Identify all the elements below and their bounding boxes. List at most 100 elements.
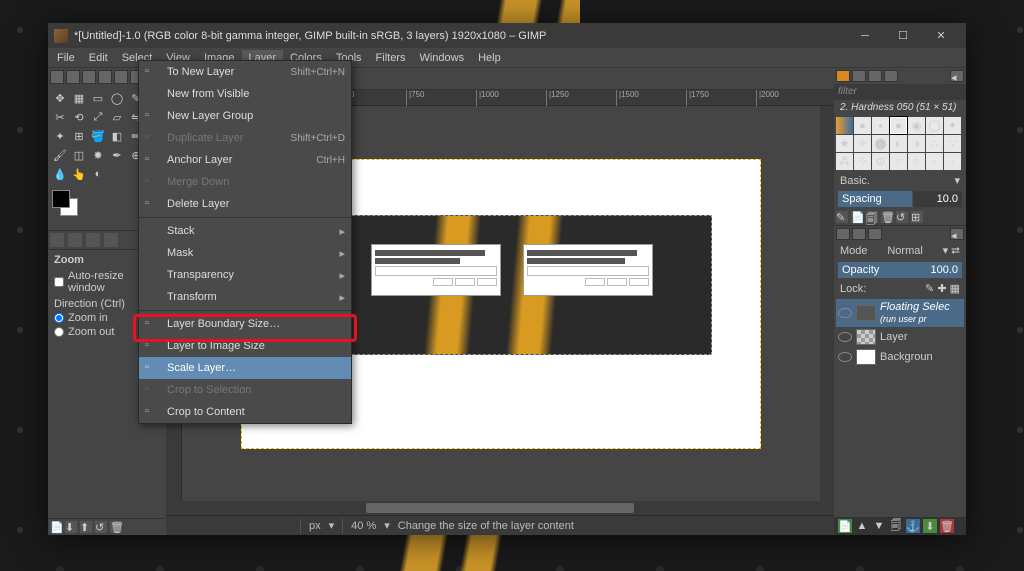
brush-item[interactable]: ★ xyxy=(836,135,853,152)
brush-item[interactable]: ⬤ xyxy=(872,135,889,152)
layer-down-icon[interactable]: ▼ xyxy=(872,519,886,533)
menu-file[interactable]: File xyxy=(50,50,82,66)
brush-item[interactable]: ◐ xyxy=(890,135,907,152)
maximize-button[interactable]: ☐ xyxy=(884,23,922,48)
anchor-icon[interactable]: ⚓ xyxy=(906,519,920,533)
menu-windows[interactable]: Windows xyxy=(412,50,471,66)
tool-gradient[interactable]: ◧ xyxy=(108,127,126,145)
tool-air[interactable]: ✸ xyxy=(89,146,107,164)
opacity-slider[interactable]: Opacity100.0 xyxy=(838,262,962,278)
brush-item[interactable]: ◑ xyxy=(908,135,925,152)
autoresize-checkbox[interactable] xyxy=(54,277,64,287)
tool-paint[interactable]: 🖌 xyxy=(51,146,69,164)
fg-color[interactable] xyxy=(52,190,70,208)
layer-row[interactable]: Layer xyxy=(836,327,964,347)
visibility-icon[interactable] xyxy=(838,352,852,362)
menu-item-mask[interactable]: Mask▸ xyxy=(139,242,351,264)
layer-actions-bar: 📄 ▲ ▼ 🗐 ⚓ ⬇ 🗑 xyxy=(834,517,966,535)
scrollbar-vertical[interactable] xyxy=(820,106,834,501)
brush-item[interactable]: ● xyxy=(890,117,907,134)
merge-icon[interactable]: ⬇ xyxy=(923,519,937,533)
tool-crop[interactable]: ✂ xyxy=(51,108,69,126)
scrollbar-horizontal[interactable] xyxy=(166,501,834,515)
menu-item-icon: ▫ xyxy=(145,197,161,211)
zoom-out-radio[interactable] xyxy=(54,327,64,337)
brush-item[interactable]: ⁘ xyxy=(854,153,871,170)
brush-item[interactable]: ● xyxy=(872,117,889,134)
brush-filter[interactable]: filter xyxy=(834,84,966,100)
brush-dock-tabs[interactable]: ◂ xyxy=(834,68,966,84)
tool-rotate[interactable]: ⟲ xyxy=(70,108,88,126)
brush-item[interactable]: ✦ xyxy=(944,117,961,134)
menu-edit[interactable]: Edit xyxy=(82,50,115,66)
brush-item[interactable]: ◦ xyxy=(926,153,943,170)
tool-shear[interactable]: ▱ xyxy=(108,108,126,126)
visibility-icon[interactable] xyxy=(838,332,852,342)
layer-row[interactable]: Floating Selec(run user pr xyxy=(836,299,964,327)
menu-item-to-new-layer[interactable]: ▫To New LayerShift+Ctrl+N xyxy=(139,61,351,83)
visibility-icon[interactable] xyxy=(838,308,852,318)
brush-item[interactable]: ∴ xyxy=(926,135,943,152)
menu-filters[interactable]: Filters xyxy=(369,50,413,66)
tool-erase[interactable]: ◫ xyxy=(70,146,88,164)
brush-item[interactable]: ⁂ xyxy=(836,153,853,170)
menu-item-icon: ▫ xyxy=(145,131,161,145)
layer-up-icon[interactable]: ▲ xyxy=(855,519,869,533)
left-bottom-icons[interactable]: 📄⬇⬆↺🗑 xyxy=(48,518,166,535)
layer-row[interactable]: Backgroun xyxy=(836,347,964,367)
menu-item-layer-to-image-size[interactable]: ▫Layer to Image Size xyxy=(139,335,351,357)
duplicate-layer-icon[interactable]: 🗐 xyxy=(889,519,903,533)
brush-item[interactable] xyxy=(836,117,853,134)
menu-item-anchor-layer[interactable]: ▫Anchor LayerCtrl+H xyxy=(139,149,351,171)
tool-move[interactable]: ✥ xyxy=(51,89,69,107)
menu-item-delete-layer[interactable]: ▫Delete Layer xyxy=(139,193,351,215)
tool-smudge[interactable]: 👆 xyxy=(70,165,88,183)
brush-item[interactable]: ⊙ xyxy=(872,153,889,170)
menu-item-new-from-visible[interactable]: New from Visible xyxy=(139,83,351,105)
brush-item[interactable]: ◯ xyxy=(926,117,943,134)
tool-bucket[interactable]: 🪣 xyxy=(89,127,107,145)
brush-item[interactable]: ◌ xyxy=(890,153,907,170)
brush-item[interactable]: ∵ xyxy=(944,135,961,152)
menu-item-scale-layer[interactable]: ▫Scale Layer… xyxy=(139,357,351,379)
titlebar[interactable]: *[Untitled]-1.0 (RGB color 8-bit gamma i… xyxy=(48,23,966,48)
menu-item-stack[interactable]: Stack▸ xyxy=(139,220,351,242)
tool-handle[interactable]: ⊞ xyxy=(70,127,88,145)
brush-item[interactable]: ◉ xyxy=(908,117,925,134)
menu-item-new-layer-group[interactable]: ▫New Layer Group xyxy=(139,105,351,127)
zoom-in-radio[interactable] xyxy=(54,313,64,323)
tool-ink[interactable]: ✒ xyxy=(108,146,126,164)
brush-item[interactable]: ● xyxy=(854,117,871,134)
floating-selection-layer[interactable] xyxy=(312,215,712,355)
tool-scale[interactable]: ⤢ xyxy=(89,108,107,126)
tool-blur[interactable]: 💧 xyxy=(51,165,69,183)
brush-actions[interactable]: ✎📄🗐🗑↺⊞ xyxy=(834,209,966,225)
menu-item-icon: ▫ xyxy=(145,317,161,331)
brush-item[interactable]: ✧ xyxy=(854,135,871,152)
menu-item-crop-to-content[interactable]: ▫Crop to Content xyxy=(139,401,351,423)
tool-align[interactable]: ▦ xyxy=(70,89,88,107)
close-button[interactable]: ✕ xyxy=(922,23,960,48)
menu-item-transparency[interactable]: Transparency▸ xyxy=(139,264,351,286)
menu-help[interactable]: Help xyxy=(471,50,508,66)
brush-item[interactable]: · xyxy=(944,153,961,170)
status-unit[interactable]: px xyxy=(309,520,321,532)
menu-item-icon: ▫ xyxy=(145,175,161,189)
new-layer-icon[interactable]: 📄 xyxy=(838,519,852,533)
tool-ellipse-select[interactable]: ◯ xyxy=(108,89,126,107)
brush-item[interactable]: ○ xyxy=(908,153,925,170)
spacing-slider[interactable]: Spacing10.0 xyxy=(838,191,962,207)
minimize-button[interactable]: ─ xyxy=(846,23,884,48)
mode-select[interactable]: Normal xyxy=(887,245,922,257)
preset-label[interactable]: Basic. xyxy=(840,175,870,187)
delete-layer-icon[interactable]: 🗑 xyxy=(940,519,954,533)
tool-dodge[interactable]: ◐ xyxy=(89,165,107,183)
status-zoom[interactable]: 40 % xyxy=(351,520,376,532)
menu-item-transform[interactable]: Transform▸ xyxy=(139,286,351,308)
layer-dock-tabs[interactable]: ◂ xyxy=(834,225,966,242)
menu-item-layer-boundary-size[interactable]: ▫Layer Boundary Size… xyxy=(139,313,351,335)
tool-rect-select[interactable]: ▭ xyxy=(89,89,107,107)
layers-list: Floating Selec(run user pr Layer Backgro… xyxy=(834,297,966,517)
tool-unified[interactable]: ✦ xyxy=(51,127,69,145)
lock-icons[interactable]: ✎ ✚ ▦ xyxy=(925,282,960,295)
